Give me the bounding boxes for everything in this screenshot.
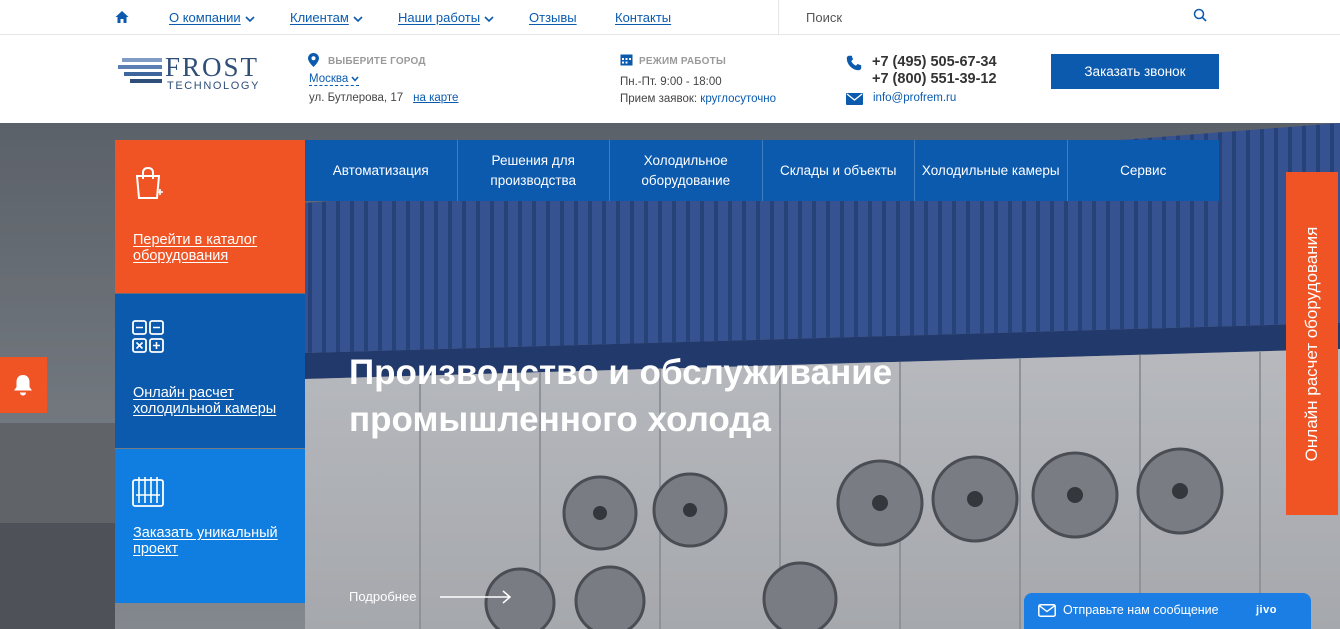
nav-our-works-label: Наши работы [398, 10, 481, 25]
hours-requests-accent: круглосуточно [700, 93, 777, 105]
site-header: FROST TECHNOLOGY Выберите город Москва у… [0, 35, 1340, 123]
hours-requests-prefix: Прием заявок: [620, 93, 701, 105]
hours-requests: Прием заявок: круглосуточно [620, 93, 776, 105]
jivo-brand-logo: jivo [1256, 604, 1277, 616]
city-select-value: Москва [309, 73, 349, 85]
category-warehouses[interactable]: Склады и объекты [763, 140, 915, 201]
chevron-down-icon [245, 15, 255, 22]
bell-icon [14, 375, 32, 396]
home-icon[interactable] [114, 9, 130, 25]
location-pin-icon [308, 53, 319, 67]
search-icon[interactable] [1193, 8, 1207, 22]
unique-project-label: Заказать уникальный проект [133, 525, 278, 557]
more-link[interactable]: Подробнее [349, 589, 416, 604]
chevron-down-icon [353, 15, 363, 22]
phone-moscow[interactable]: +7 (495) 505-67-34 [872, 54, 997, 70]
search-box [778, 0, 1340, 35]
logo-stripes-icon [118, 58, 162, 83]
search-input[interactable] [779, 0, 1179, 34]
hero-section: Автоматизация Решения для производства Х… [0, 123, 1340, 629]
catalog-tile-label: Перейти в каталог оборудования [133, 232, 258, 264]
category-service[interactable]: Сервис [1068, 140, 1220, 201]
mail-icon [846, 93, 863, 105]
logo-sub-text: TECHNOLOGY [167, 80, 261, 92]
blueprint-icon [132, 477, 164, 507]
nav-our-works[interactable]: Наши работы [398, 10, 494, 25]
calendar-icon [620, 54, 633, 66]
category-menu: Автоматизация Решения для производства Х… [305, 140, 1219, 201]
category-refrigeration-equipment[interactable]: Холодильное оборудование [610, 140, 763, 201]
cold-room-calc-label: Онлайн расчет холодильной камеры [133, 385, 277, 417]
top-navigation-bar: О компании Клиентам Наши работы Отзывы К… [0, 0, 1340, 35]
address-line: ул. Бутлерова, 17 на карте [309, 92, 458, 104]
nav-clients[interactable]: Клиентам [290, 10, 363, 25]
calculator-icon [132, 320, 164, 353]
unique-project-tile[interactable]: Заказать уникальный проект [115, 449, 305, 603]
hero-title: Производство и обслуживание промышленног… [349, 353, 893, 439]
order-call-button[interactable]: Заказать звонок [1051, 54, 1219, 89]
nav-reviews[interactable]: Отзывы [529, 10, 577, 25]
city-label: Выберите город [328, 56, 426, 67]
nav-about[interactable]: О компании [169, 10, 255, 25]
jivo-chat-widget[interactable]: Отправьте нам сообщение jivo [1024, 593, 1311, 629]
notification-bell-button[interactable] [0, 357, 47, 413]
nav-clients-label: Клиентам [290, 10, 349, 25]
nav-contacts[interactable]: Контакты [615, 10, 671, 25]
hours-weekdays: Пн.-Пт. 9:00 - 18:00 [620, 76, 722, 88]
map-link[interactable]: на карте [413, 92, 458, 104]
logo-main-text: FROST [165, 52, 260, 82]
arrow-right-icon[interactable] [440, 590, 512, 604]
phone-icon [846, 55, 862, 71]
category-automation[interactable]: Автоматизация [305, 140, 458, 201]
phone-free[interactable]: +7 (800) 551-39-12 [872, 71, 997, 87]
nav-about-label: О компании [169, 10, 241, 25]
frost-technology-logo[interactable]: FROST TECHNOLOGY [118, 53, 268, 93]
category-production-solutions[interactable]: Решения для производства [458, 140, 610, 201]
online-calc-side-tab[interactable]: Онлайн расчет оборудования [1286, 172, 1338, 515]
chevron-down-icon [484, 15, 494, 22]
chevron-down-icon [351, 76, 360, 82]
email-link[interactable]: info@profrem.ru [873, 92, 956, 104]
jivo-message-label: Отправьте нам сообщение [1063, 603, 1219, 617]
category-cold-rooms[interactable]: Холодильные камеры [915, 140, 1068, 201]
hours-label: Режим работы [639, 56, 726, 67]
envelope-icon [1038, 604, 1056, 617]
online-calc-side-tab-label: Онлайн расчет оборудования [1302, 226, 1321, 461]
address-text: ул. Бутлерова, 17 [309, 92, 404, 104]
city-select[interactable]: Москва [309, 73, 360, 86]
shopping-bag-icon [135, 166, 163, 199]
catalog-tile[interactable]: Перейти в каталог оборудования [115, 140, 305, 293]
cold-room-calc-tile[interactable]: Онлайн расчет холодильной камеры [115, 294, 305, 448]
